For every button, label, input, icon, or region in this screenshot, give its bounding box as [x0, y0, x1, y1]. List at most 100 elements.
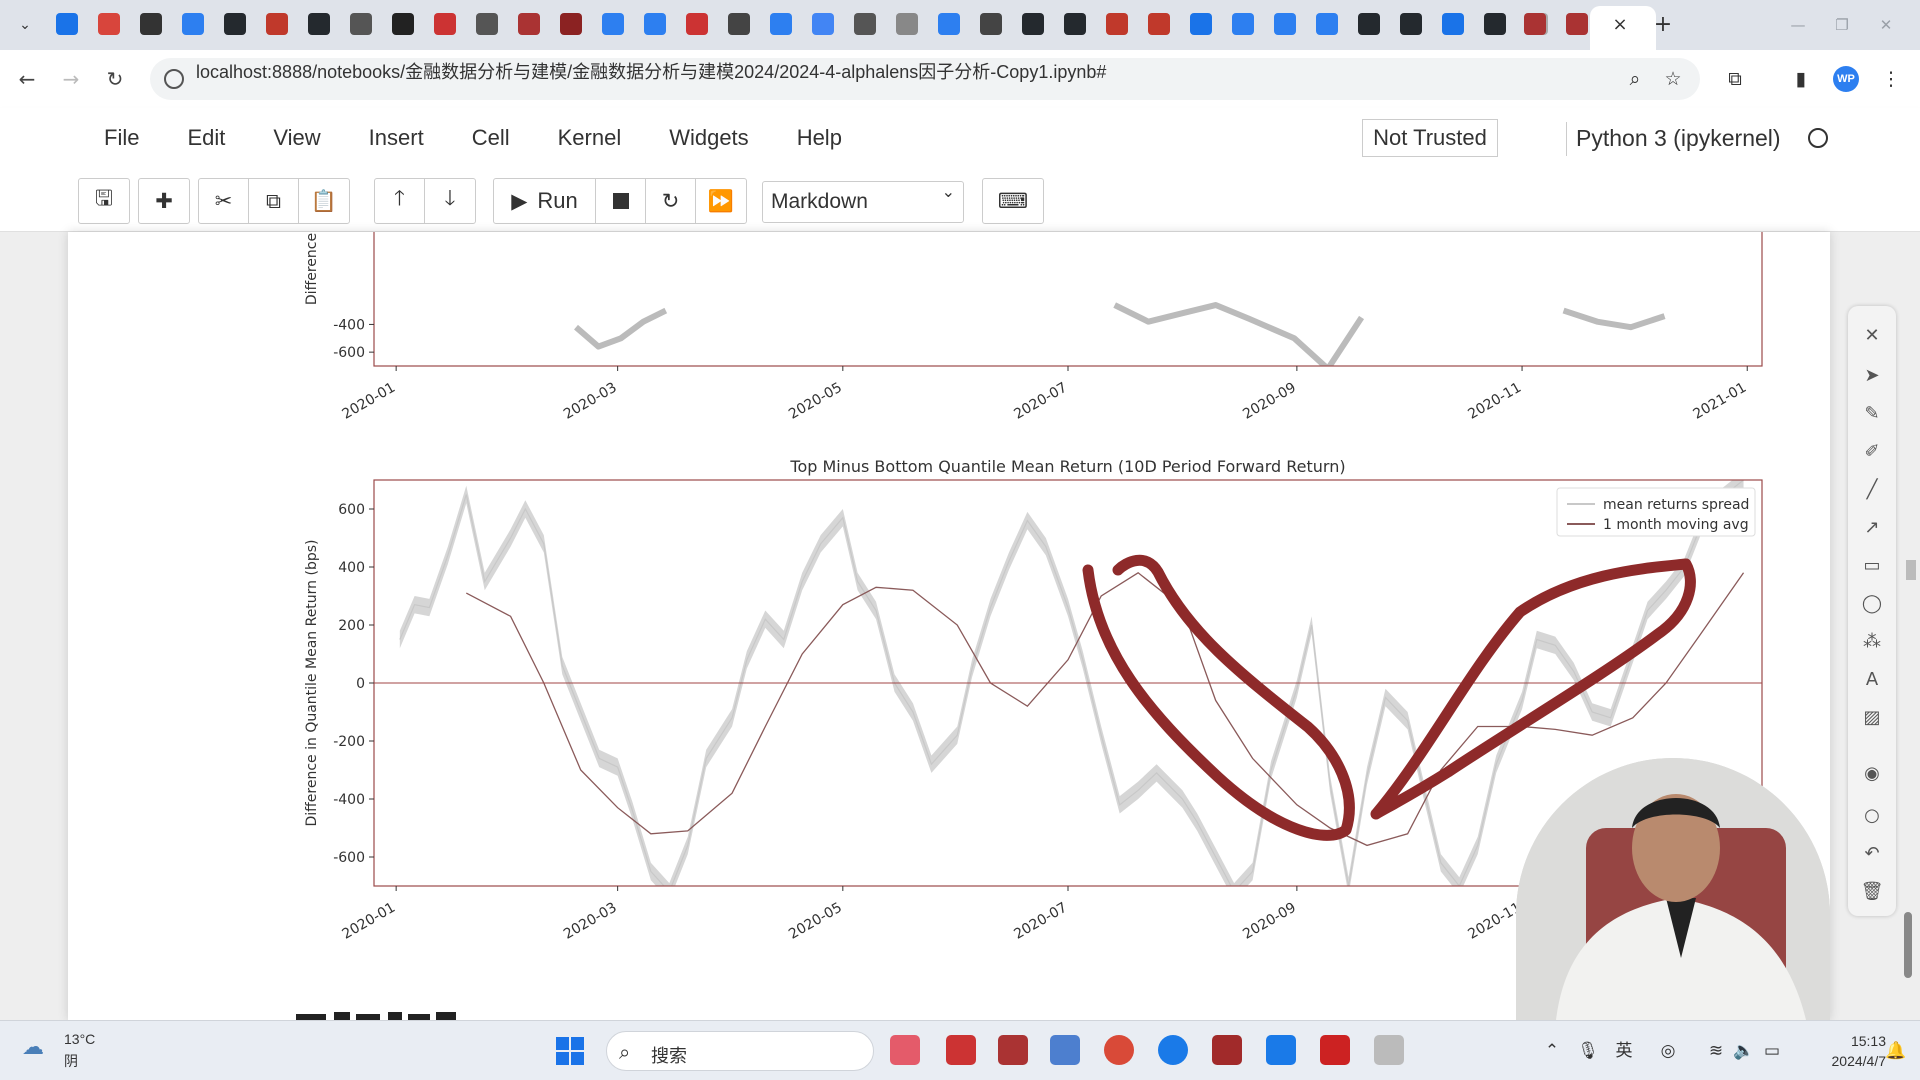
weather-temperature[interactable]: 13°C	[64, 1031, 95, 1047]
move-up-icon[interactable]: 🡑	[375, 179, 425, 223]
app-c-icon[interactable]	[266, 13, 288, 35]
app-icon[interactable]	[1566, 13, 1588, 35]
app-icon[interactable]	[998, 1035, 1028, 1065]
weather-condition[interactable]: 阴	[64, 1051, 78, 1071]
app-c-icon[interactable]	[1106, 13, 1128, 35]
taskbar-search-box[interactable]: ⌕ 搜索	[606, 1031, 874, 1071]
app-icon[interactable]	[350, 13, 372, 35]
maximize-icon[interactable]: ❐	[1822, 12, 1862, 38]
google-icon[interactable]	[812, 13, 834, 35]
kernel-name[interactable]: Python 3 (ipykernel)	[1576, 119, 1781, 157]
new-tab-button[interactable]: +	[1650, 12, 1676, 38]
github-icon[interactable]	[1484, 13, 1506, 35]
rectangle-icon[interactable]: ▭	[1858, 552, 1886, 580]
undo-icon[interactable]: ↶	[1858, 840, 1886, 868]
wifi-icon[interactable]: ≋	[1704, 1039, 1728, 1063]
app-icon[interactable]	[1442, 13, 1464, 35]
menu-kernel[interactable]: Kernel	[534, 120, 646, 156]
reload-icon[interactable]: ↻	[100, 64, 130, 94]
book-icon[interactable]	[980, 13, 1002, 35]
browser-menu-icon[interactable]: ⋮	[1876, 64, 1906, 94]
menu-cell[interactable]: Cell	[448, 120, 534, 156]
address-bar[interactable]: localhost:8888/notebooks/金融数据分析与建模/金融数据分…	[150, 58, 1700, 100]
close-annotation-icon[interactable]: ✕	[1858, 322, 1886, 350]
app-icon[interactable]	[1374, 1035, 1404, 1065]
shapes-icon[interactable]: ⁂	[1858, 628, 1886, 656]
github-icon[interactable]	[1358, 13, 1380, 35]
tab-search-dropdown-icon[interactable]: ⌄	[12, 12, 38, 38]
pointer-icon[interactable]: ➤	[1858, 362, 1886, 390]
run-button[interactable]: ▶ Run	[494, 179, 596, 223]
minimize-icon[interactable]: —	[1778, 12, 1818, 38]
app-c-icon[interactable]	[1148, 13, 1170, 35]
tds-icon[interactable]	[476, 13, 498, 35]
clock-time[interactable]: 15:13	[1826, 1033, 1886, 1049]
github-icon[interactable]	[1064, 13, 1086, 35]
app-icon[interactable]	[946, 1035, 976, 1065]
github-icon[interactable]	[224, 13, 246, 35]
menu-view[interactable]: View	[249, 120, 344, 156]
volume-icon[interactable]: 🔈	[1732, 1039, 1756, 1063]
pen-icon[interactable]: ✎	[1858, 400, 1886, 428]
copy-icon[interactable]: ⧉	[249, 179, 299, 223]
color-picker-icon[interactable]: ◉	[1858, 760, 1886, 788]
trust-status-button[interactable]: Not Trusted	[1362, 119, 1498, 157]
app-icon[interactable]	[518, 13, 540, 35]
profile-avatar[interactable]: WP	[1833, 66, 1859, 92]
back-icon[interactable]: ←	[12, 64, 42, 94]
app-icon[interactable]	[560, 13, 582, 35]
keyboard-shortcuts-icon[interactable]: ⌨	[983, 179, 1043, 223]
move-down-icon[interactable]: 🡓	[425, 179, 475, 223]
app-icon[interactable]	[434, 13, 456, 35]
image-icon[interactable]: ▨	[1858, 704, 1886, 732]
paste-icon[interactable]: 📋	[299, 179, 349, 223]
site-info-icon[interactable]	[164, 69, 184, 89]
github-icon[interactable]	[1022, 13, 1044, 35]
app-icon[interactable]	[140, 13, 162, 35]
cloud-icon[interactable]	[644, 13, 666, 35]
ellipse-icon[interactable]: ◯	[1858, 590, 1886, 618]
app-icon[interactable]	[1524, 13, 1546, 35]
highlighter-icon[interactable]: ✐	[1858, 438, 1886, 466]
text-icon[interactable]: A	[1858, 666, 1886, 694]
menu-insert[interactable]: Insert	[345, 120, 448, 156]
app-icon[interactable]	[1158, 1035, 1188, 1065]
menu-widgets[interactable]: Widgets	[645, 120, 772, 156]
twisted-icon[interactable]	[938, 13, 960, 35]
restart-kernel-icon[interactable]: ↻	[646, 179, 696, 223]
bilibili-icon[interactable]	[56, 13, 78, 35]
battery-icon[interactable]: ▭	[1760, 1039, 1784, 1063]
cloud-icon[interactable]	[602, 13, 624, 35]
zhihu-icon[interactable]	[182, 13, 204, 35]
forward-icon[interactable]: →	[56, 64, 86, 94]
github-icon[interactable]	[308, 13, 330, 35]
hearts-app-icon[interactable]	[890, 1035, 920, 1065]
paw-icon[interactable]	[770, 13, 792, 35]
ai-icon[interactable]	[392, 13, 414, 35]
app-icon[interactable]	[854, 13, 876, 35]
chevron-up-icon[interactable]: ⌃	[1540, 1039, 1564, 1063]
app-icon[interactable]	[686, 13, 708, 35]
cloud-icon[interactable]: ☁	[22, 1035, 56, 1060]
chrome-icon[interactable]	[1104, 1035, 1134, 1065]
bookmark-star-icon[interactable]: ☆	[1660, 66, 1686, 92]
app-icon[interactable]	[1266, 1035, 1296, 1065]
notification-icon[interactable]: 🔔	[1884, 1039, 1908, 1063]
url-text[interactable]: localhost:8888/notebooks/金融数据分析与建模/金融数据分…	[196, 58, 1106, 84]
zoom-icon[interactable]: ⌕	[1622, 66, 1648, 92]
app-icon[interactable]	[1190, 13, 1212, 35]
clock-date[interactable]: 2024/4/7	[1796, 1053, 1887, 1069]
trash-icon[interactable]: 🗑	[1858, 878, 1886, 906]
cell-type-select[interactable]: Markdown ⌄	[762, 181, 964, 223]
book-icon[interactable]	[728, 13, 750, 35]
save-icon[interactable]: 🖫	[79, 179, 129, 223]
stroke-width-icon[interactable]: ○	[1858, 802, 1886, 830]
sidebar-icon[interactable]: ▮	[1786, 64, 1816, 94]
line-icon[interactable]: ╱	[1858, 476, 1886, 504]
close-tab-icon[interactable]: ×	[1608, 13, 1632, 37]
microphone-icon[interactable]: 🎙	[1576, 1039, 1600, 1063]
terminal-icon[interactable]	[1212, 1035, 1242, 1065]
wps-icon[interactable]	[1320, 1035, 1350, 1065]
scrollbar-thumb[interactable]	[1904, 912, 1912, 978]
zhihu-icon[interactable]	[1232, 13, 1254, 35]
